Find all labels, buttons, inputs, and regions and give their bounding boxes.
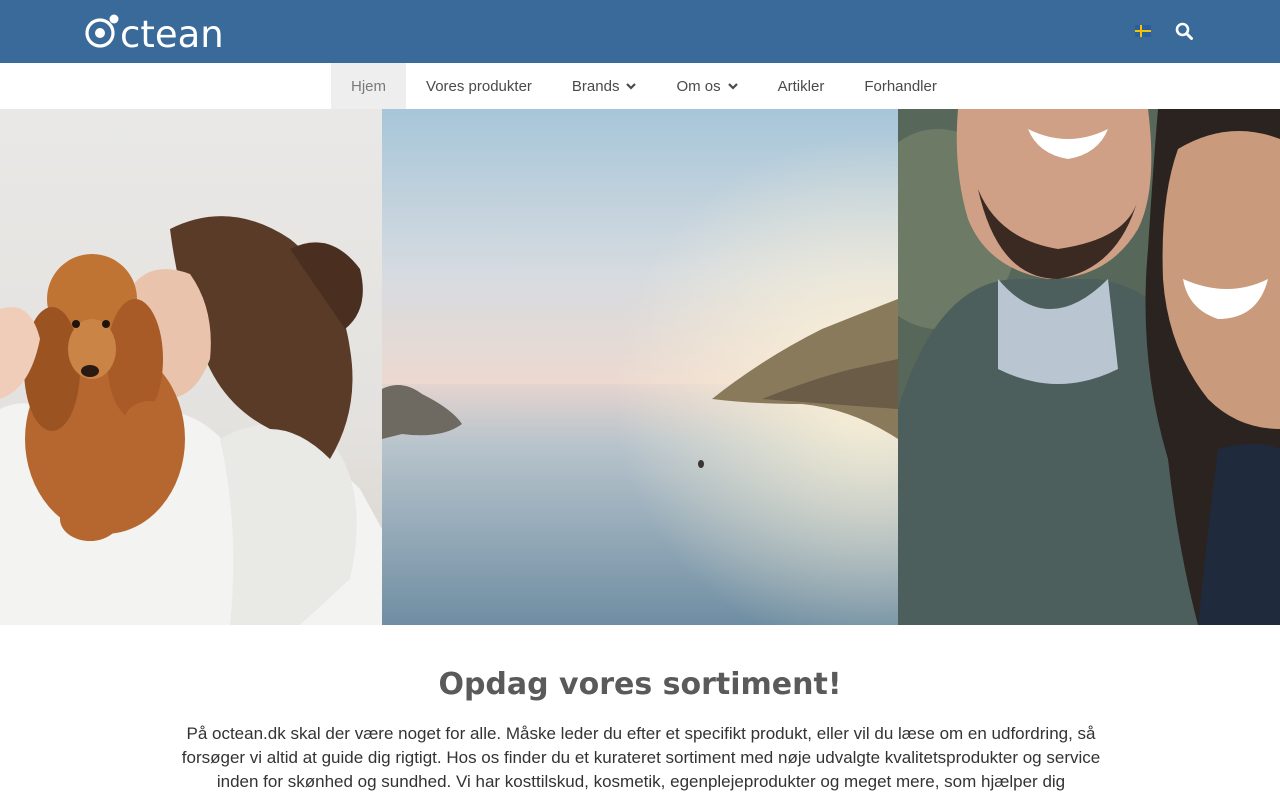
nav-item-label: Artikler xyxy=(777,77,825,95)
nav-item-label: Brands xyxy=(571,77,620,95)
woman-with-dog-image xyxy=(0,109,382,625)
octean-logo-mark: ctean xyxy=(85,13,224,52)
octean-logo[interactable]: ctean xyxy=(84,12,268,52)
search-icon[interactable] xyxy=(1175,22,1193,40)
nav-item-label: Hjem xyxy=(351,77,387,95)
nav-item-om-os[interactable]: Om os xyxy=(656,63,757,109)
site-header: ctean xyxy=(0,0,1280,63)
nav-item-label: Om os xyxy=(676,77,721,95)
nav-item-forhandler[interactable]: Forhandler xyxy=(844,63,957,109)
nav-item-artikler[interactable]: Artikler xyxy=(758,63,845,109)
smiling-couple-image xyxy=(898,109,1280,625)
hero-banner xyxy=(0,109,1280,625)
chevron-down-icon xyxy=(626,82,637,90)
nav-item-label: Vores produkter xyxy=(426,77,532,95)
nav-item-hjem[interactable]: Hjem xyxy=(331,63,407,109)
nav-item-brands[interactable]: Brands xyxy=(552,63,657,109)
nav-list: Hjem Vores produkter Brands Om os Artikl… xyxy=(331,63,957,109)
nav-item-vores-produkter[interactable]: Vores produkter xyxy=(406,63,552,109)
intro-paragraph: På octean.dk skal der være noget for all… xyxy=(181,724,1101,791)
sea-sunset-image xyxy=(382,109,898,625)
logo-text: ctean xyxy=(120,13,224,52)
sweden-flag-icon[interactable] xyxy=(1135,25,1151,37)
nav-item-label: Forhandler xyxy=(864,77,937,95)
section-heading: Opdag vores sortiment! xyxy=(438,667,842,702)
chevron-down-icon xyxy=(727,82,738,90)
main-navigation: Hjem Vores produkter Brands Om os Artikl… xyxy=(0,63,1280,109)
